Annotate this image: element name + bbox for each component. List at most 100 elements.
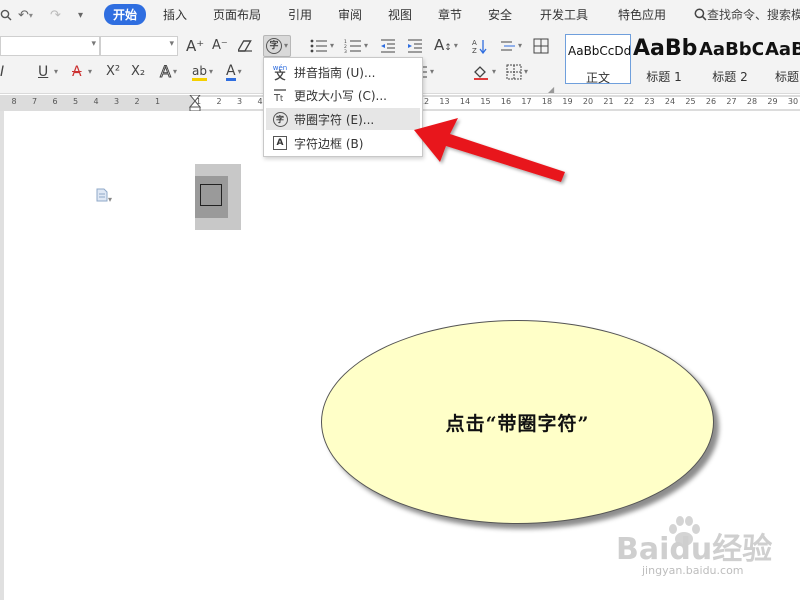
bullets-button[interactable]: ▾ [310,36,334,56]
outdent-icon [381,39,395,53]
ruler-tick: 6 [52,97,58,106]
line-spacing-toggle-button[interactable]: ▾ [500,36,522,56]
highlight-button[interactable]: ab ▾ [192,62,213,82]
customize-toolbar-icon[interactable]: ▾ [78,0,83,30]
grow-font-button[interactable]: A⁺ [186,36,204,56]
ruler-tick: 25 [685,97,696,106]
indent-marker-icon[interactable] [189,95,201,111]
enclosed-char-icon: 字 [266,38,282,54]
underline-button[interactable]: U [38,62,48,82]
numbering-button[interactable]: 1 2 3 ▾ [344,36,368,56]
superscript-button[interactable]: X² [106,62,120,82]
svg-text:t: t [280,94,283,102]
tab-developer[interactable]: 开发工具 [540,6,588,23]
menu-item-label: 拼音指南 (U)... [294,65,376,80]
underline-dropdown[interactable]: ▾ [52,62,58,82]
style-sample: AaBbCcDd [568,44,630,58]
menu-item-label: 带圈字符 (E)... [294,112,375,127]
font-name-combo[interactable]: ▾ [0,36,100,56]
ruler-tick: 22 [623,97,635,106]
grid-icon [533,38,549,54]
watermark-url: jingyan.baidu.com [642,564,744,577]
svg-text:Z: Z [472,47,477,54]
ruler-tick: 2 [216,97,222,106]
ruler-tick: 7 [31,97,38,106]
style-sample: AaBl [765,39,800,60]
ruler-tick: 15 [480,97,491,106]
ruler-tick: 2 [134,97,140,106]
ruler-tick: 5 [72,97,79,106]
style-heading[interactable]: AaBl 标题 [763,34,800,84]
tab-review[interactable]: 审阅 [338,6,362,23]
show-hide-icon [501,41,515,51]
menu-item-pinyin-guide[interactable]: wén 文 拼音指南 (U)... [266,61,420,83]
ruler-tick: 16 [500,97,512,106]
table-grid-button[interactable] [533,36,549,56]
style-name: 标题 [775,70,800,84]
sort-icon: AZ [472,39,487,54]
eraser-icon [238,40,252,52]
enclosed-char-icon: 字 [266,111,294,127]
style-sample: AaBbC [699,39,763,60]
tab-references[interactable]: 引用 [288,6,312,23]
char-circle-button[interactable]: 字 ▾ [263,35,292,57]
change-case-icon: Tt [266,88,294,102]
ruler-tick: 18 [541,97,553,106]
char-border-icon: A [266,136,294,150]
ruler-tick: 23 [644,97,655,106]
square-char-icon [200,184,222,206]
style-normal[interactable]: AaBbCcDd 正文 [565,34,631,85]
undo-icon[interactable]: ↶ ▾ [18,0,33,30]
menu-item-char-border[interactable]: A 字符边框 (B) [266,132,420,154]
menu-item-label: 更改大小写 (C)... [294,88,388,103]
border-button[interactable]: ▾ [506,62,528,82]
strikethrough-dropdown[interactable]: ▾ [86,62,92,82]
ruler-tick: 8 [11,97,17,106]
char-scale-button[interactable]: A↕ ▾ [434,36,458,56]
highlight-icon: ab [192,64,207,81]
redo-icon[interactable]: ↷ [50,0,61,30]
styles-gallery: AaBbCcDd 正文 AaBb 标题 1 AaBbC 标题 2 AaBl 标题 [565,34,800,85]
tab-chapter[interactable]: 章节 [438,6,462,23]
tab-special-apps[interactable]: 特色应用 [618,6,666,23]
ruler-tick: 29 [767,97,778,106]
increase-indent-button[interactable] [407,36,423,56]
style-heading-2[interactable]: AaBbC 标题 2 [697,34,763,84]
ruler-tick: 13 [439,97,450,106]
numbered-list-icon: 123 [344,39,361,53]
font-size-combo[interactable]: ▾ [100,36,178,56]
shading-button[interactable]: ▾ [472,62,496,82]
tab-view[interactable]: 视图 [388,6,412,23]
paste-options-icon[interactable]: ▾ [96,188,112,206]
text-effect-button[interactable]: A ▾ [160,62,177,82]
subscript-button[interactable]: X₂ [131,62,145,82]
search-icon [694,8,707,21]
text-effect-icon: A [160,62,172,82]
style-heading-1[interactable]: AaBb 标题 1 [631,34,697,84]
tab-page-layout[interactable]: 页面布局 [213,6,261,23]
ruler-tick: 27 [726,97,737,106]
font-color-button[interactable]: A ▾ [226,62,242,82]
tab-insert[interactable]: 插入 [163,6,187,23]
char-scale-icon: A↕ [434,35,452,54]
shrink-font-button[interactable]: A⁻ [212,36,228,56]
search-icon[interactable] [0,0,12,30]
command-search[interactable]: 查找命令、搜索模 [694,6,800,23]
baidu-watermark: Baidu经验 jingyan.baidu.com [612,510,772,580]
ruler-tick: 3 [236,97,243,106]
svg-text:A: A [472,39,477,47]
tab-security[interactable]: 安全 [488,6,512,23]
tab-home[interactable]: 开始 [104,4,147,25]
menu-item-change-case[interactable]: Tt 更改大小写 (C)... [266,84,420,106]
callout-ellipse: 点击“带圈字符” [321,320,714,524]
strikethrough-button[interactable]: A [72,62,82,82]
clear-format-button[interactable] [238,36,254,56]
decrease-indent-button[interactable] [380,36,396,56]
red-arrow-annotation [414,118,565,182]
italic-button[interactable]: I [0,62,4,82]
menu-item-enclosed-char[interactable]: 字 带圈字符 (E)... [266,108,420,130]
ruler-tick: 30 [787,97,799,106]
sort-button[interactable]: AZ [471,36,487,56]
ruler-tick: 20 [582,97,594,106]
selected-character[interactable] [195,164,241,230]
